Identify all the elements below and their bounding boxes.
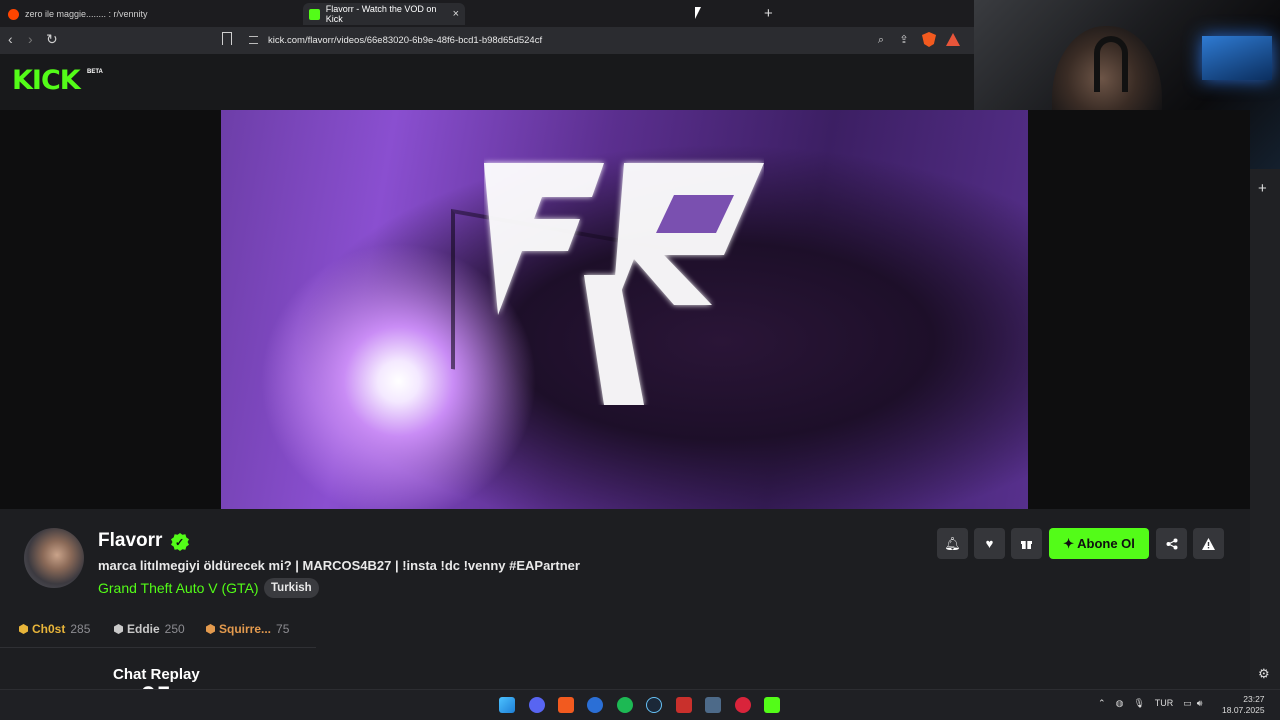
report-button[interactable] (1193, 528, 1224, 559)
system-tray[interactable]: ⌃ ◍ 🎙︎ TUR ▭ 🔊︎ (1098, 698, 1202, 709)
input-language[interactable]: TUR (1155, 698, 1174, 708)
chevron-up-icon[interactable]: ⌃ (1098, 698, 1106, 708)
share-icon[interactable]: ⇪ (897, 33, 911, 47)
gift-icon (1021, 540, 1032, 549)
bookmark-icon[interactable] (222, 32, 232, 45)
share-button[interactable] (1156, 528, 1187, 559)
volume-icon[interactable]: 🔊︎ (1197, 698, 1203, 708)
taskbar (0, 689, 1280, 720)
bell-icon: 🔔︎ (944, 536, 961, 551)
notification-bell-button[interactable]: 🔔︎ (937, 528, 968, 559)
sparkle-icon: ✦ (1063, 536, 1078, 551)
back-icon[interactable]: ‹ (8, 31, 13, 47)
gifter-count: 285 (70, 622, 91, 636)
divider (0, 647, 316, 648)
forward-icon[interactable]: › (28, 31, 33, 47)
microphone-icon[interactable]: 🎙︎ (1133, 698, 1144, 708)
gifter-count: 75 (276, 622, 290, 636)
reddit-icon (8, 8, 19, 20)
brave-rewards-icon[interactable] (946, 33, 960, 46)
follow-button[interactable]: ♥ (974, 528, 1005, 559)
gear-icon[interactable]: ⚙ (1258, 666, 1270, 682)
mouse-cursor-icon (695, 7, 701, 19)
steam-icon[interactable] (646, 697, 662, 713)
kick-favicon-icon (309, 8, 320, 20)
gifter-item[interactable]: Ch0st 285 (19, 622, 90, 636)
network-icon[interactable]: ◍ (1116, 698, 1124, 708)
gifter-item[interactable]: Eddie 250 (114, 622, 185, 636)
kick-icon[interactable] (764, 697, 780, 713)
badge-icon (114, 624, 123, 634)
share-icon (1166, 538, 1177, 550)
plus-icon[interactable]: + (1258, 180, 1267, 197)
gifter-count: 250 (164, 622, 185, 636)
badge-icon (206, 624, 215, 634)
gifter-name: Eddie (127, 622, 160, 636)
app-icon[interactable] (735, 697, 751, 713)
display-icon[interactable]: ▭ (1183, 698, 1192, 708)
headset (1094, 36, 1128, 92)
address-bar[interactable]: kick.com/flavorr/videos/66e83020-6b9e-48… (243, 31, 973, 50)
spotify-icon[interactable] (617, 697, 633, 713)
warning-icon (1202, 538, 1215, 550)
subscribe-label: Abone Ol (1077, 536, 1135, 551)
app-icon[interactable] (587, 697, 603, 713)
app-icon[interactable] (705, 697, 721, 713)
zoom-icon[interactable]: ⌕ (874, 33, 888, 47)
beta-badge: BETA (87, 69, 103, 75)
clock[interactable]: 23:27 18.07.2025 (1222, 694, 1265, 716)
tab-reddit[interactable]: zero ile maggie........ : r/vennity (2, 3, 298, 25)
category-link[interactable]: Grand Theft Auto V (GTA) (98, 580, 259, 596)
new-tab-button[interactable]: + (764, 5, 773, 22)
avatar[interactable] (24, 528, 84, 588)
language-tag[interactable]: Turkish (264, 578, 319, 598)
right-sidebar (1250, 169, 1280, 689)
kick-logo[interactable]: KICK (12, 66, 81, 96)
streamer-logo-watermark (484, 163, 764, 405)
brave-icon[interactable] (558, 697, 574, 713)
windows-start-icon[interactable] (499, 697, 515, 713)
badge-icon (19, 624, 28, 634)
tab-label: zero ile maggie........ : r/vennity (25, 9, 148, 19)
time: 23:27 (1243, 694, 1265, 704)
tab-label: Flavorr - Watch the VOD on Kick (325, 4, 437, 24)
reload-icon[interactable]: ↻ (46, 31, 58, 48)
chat-replay-heading: Chat Replay (113, 666, 200, 683)
app-icon[interactable] (676, 697, 692, 713)
discord-icon[interactable] (529, 697, 545, 713)
gifter-name: Ch0st (32, 622, 66, 636)
channel-name[interactable]: Flavorr (98, 530, 162, 552)
checkmark-icon: ✓ (175, 537, 185, 549)
background-monitor (1202, 36, 1272, 80)
close-tab-icon[interactable]: × (453, 8, 459, 20)
date: 18.07.2025 (1222, 705, 1265, 715)
tab-kick[interactable]: Flavorr - Watch the VOD on Kick × (303, 3, 465, 25)
site-header (0, 54, 974, 110)
gifter-item[interactable]: Squirre... 75 (206, 622, 289, 636)
subscribe-button[interactable]: ✦ Abone Ol (1049, 528, 1149, 559)
stream-title: marca litılmegiyi öldürecek mi? | MARCOS… (98, 558, 580, 573)
gift-sub-button[interactable] (1011, 528, 1042, 559)
heart-icon: ♥ (985, 536, 994, 551)
gifter-name: Squirre... (219, 622, 272, 636)
